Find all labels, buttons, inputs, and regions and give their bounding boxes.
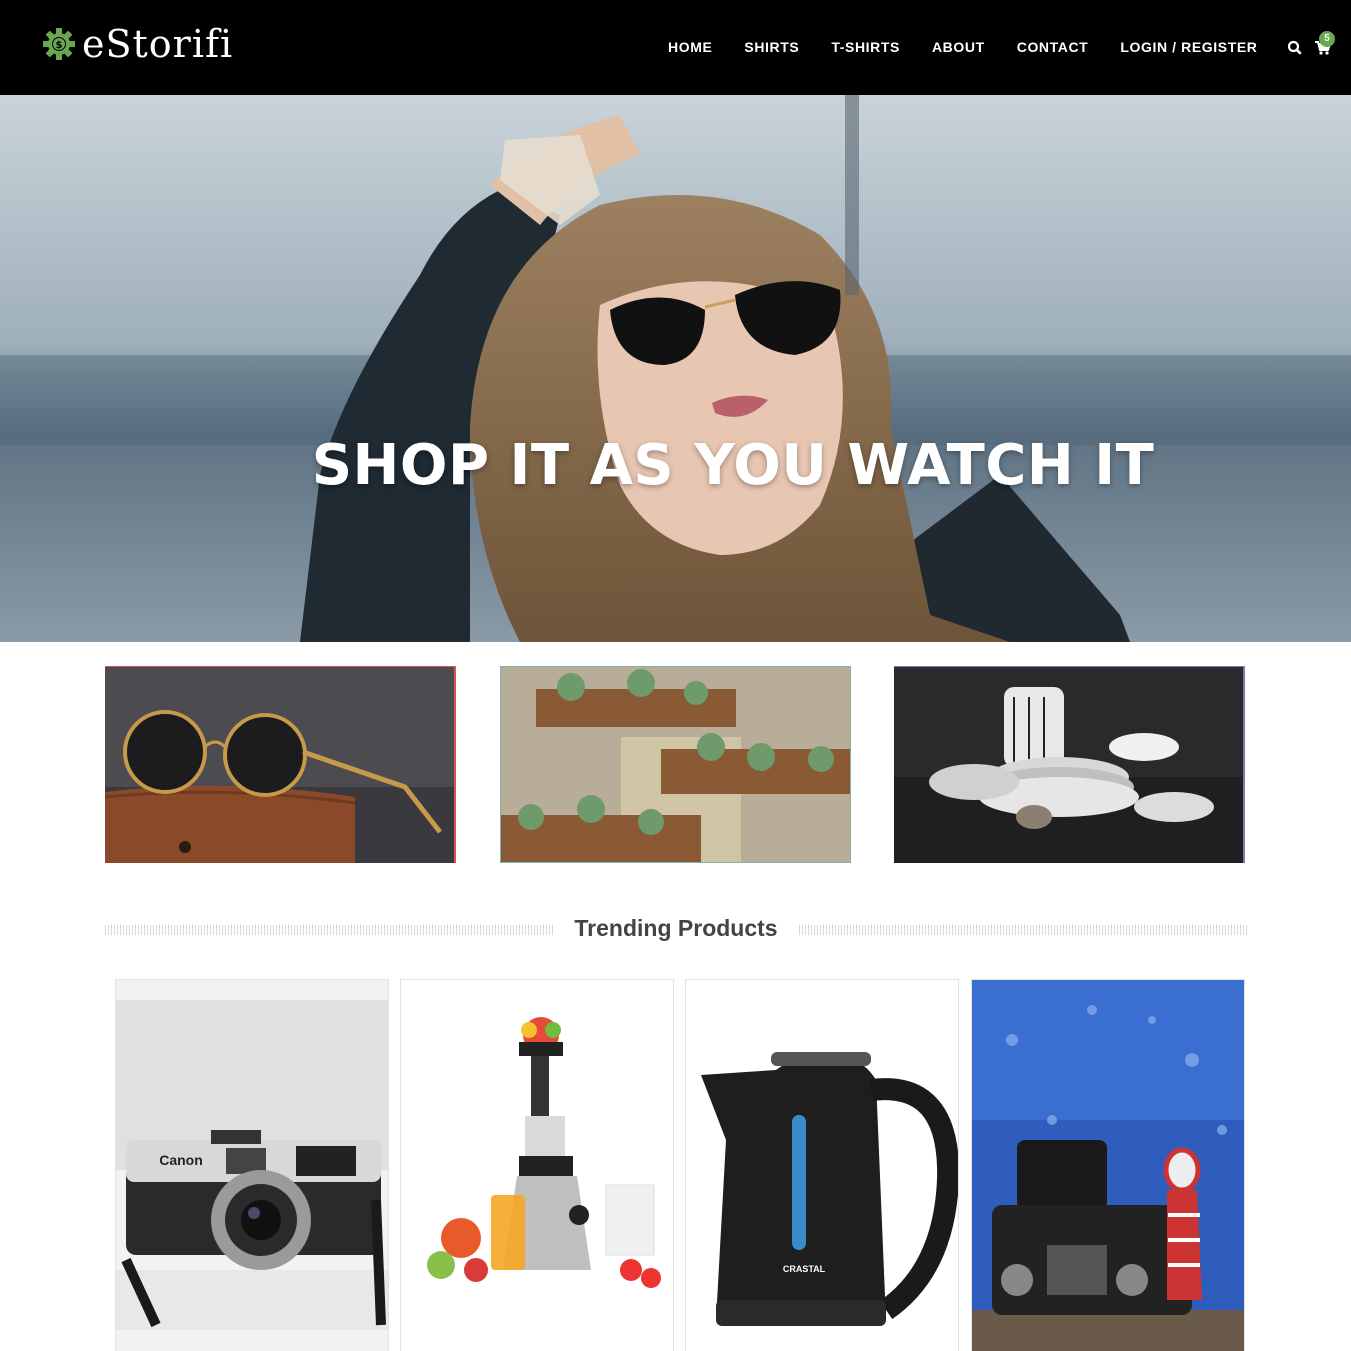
nav-contact[interactable]: CONTACT (1017, 38, 1089, 56)
section-divider-left (105, 925, 553, 935)
brand-name: eStorifi (82, 22, 234, 66)
nav-login-register[interactable]: LOGIN / REGISTER (1120, 38, 1257, 56)
category-tile-sunglasses[interactable] (105, 666, 456, 863)
search-icon[interactable] (1286, 38, 1304, 56)
product-image: CRASTAL (686, 980, 958, 1351)
gear-dollar-icon: $ (42, 27, 76, 61)
category-tile-dinnerware[interactable] (894, 666, 1245, 863)
category-tile-planters[interactable] (500, 666, 851, 863)
nav-t-shirts[interactable]: T-SHIRTS (831, 38, 900, 56)
product-image (401, 980, 673, 1351)
product-card-juicer[interactable] (400, 979, 674, 1351)
section-divider-right (799, 925, 1247, 935)
product-card-camera-toy[interactable] (971, 979, 1245, 1351)
product-brand-label: Canon (159, 1152, 203, 1168)
svg-text:$: $ (56, 40, 63, 51)
product-card-camera[interactable]: Canon (115, 979, 389, 1351)
site-header: $ eStorifi HOME SHIRTS T-SHIRTS ABOUT CO… (0, 0, 1351, 95)
nav-home[interactable]: HOME (668, 38, 712, 56)
product-image: Canon (116, 980, 388, 1351)
cart-count-badge: 5 (1319, 31, 1335, 47)
hero-title: SHOP IT AS YOU WATCH IT (311, 433, 1155, 498)
nav-about[interactable]: ABOUT (932, 38, 985, 56)
product-image (972, 980, 1244, 1351)
main-nav: HOME SHIRTS T-SHIRTS ABOUT CONTACT LOGIN… (668, 38, 1342, 56)
hero-banner: SHOP IT AS YOU WATCH IT (0, 95, 1351, 642)
nav-shirts[interactable]: SHIRTS (744, 38, 799, 56)
trending-products-title: Trending Products (574, 915, 778, 941)
hero-image (0, 95, 1351, 642)
product-card-kettle[interactable]: CRASTAL (685, 979, 959, 1351)
logo[interactable]: $ eStorifi (42, 22, 233, 66)
product-brand-label: CRASTAL (783, 1264, 826, 1274)
